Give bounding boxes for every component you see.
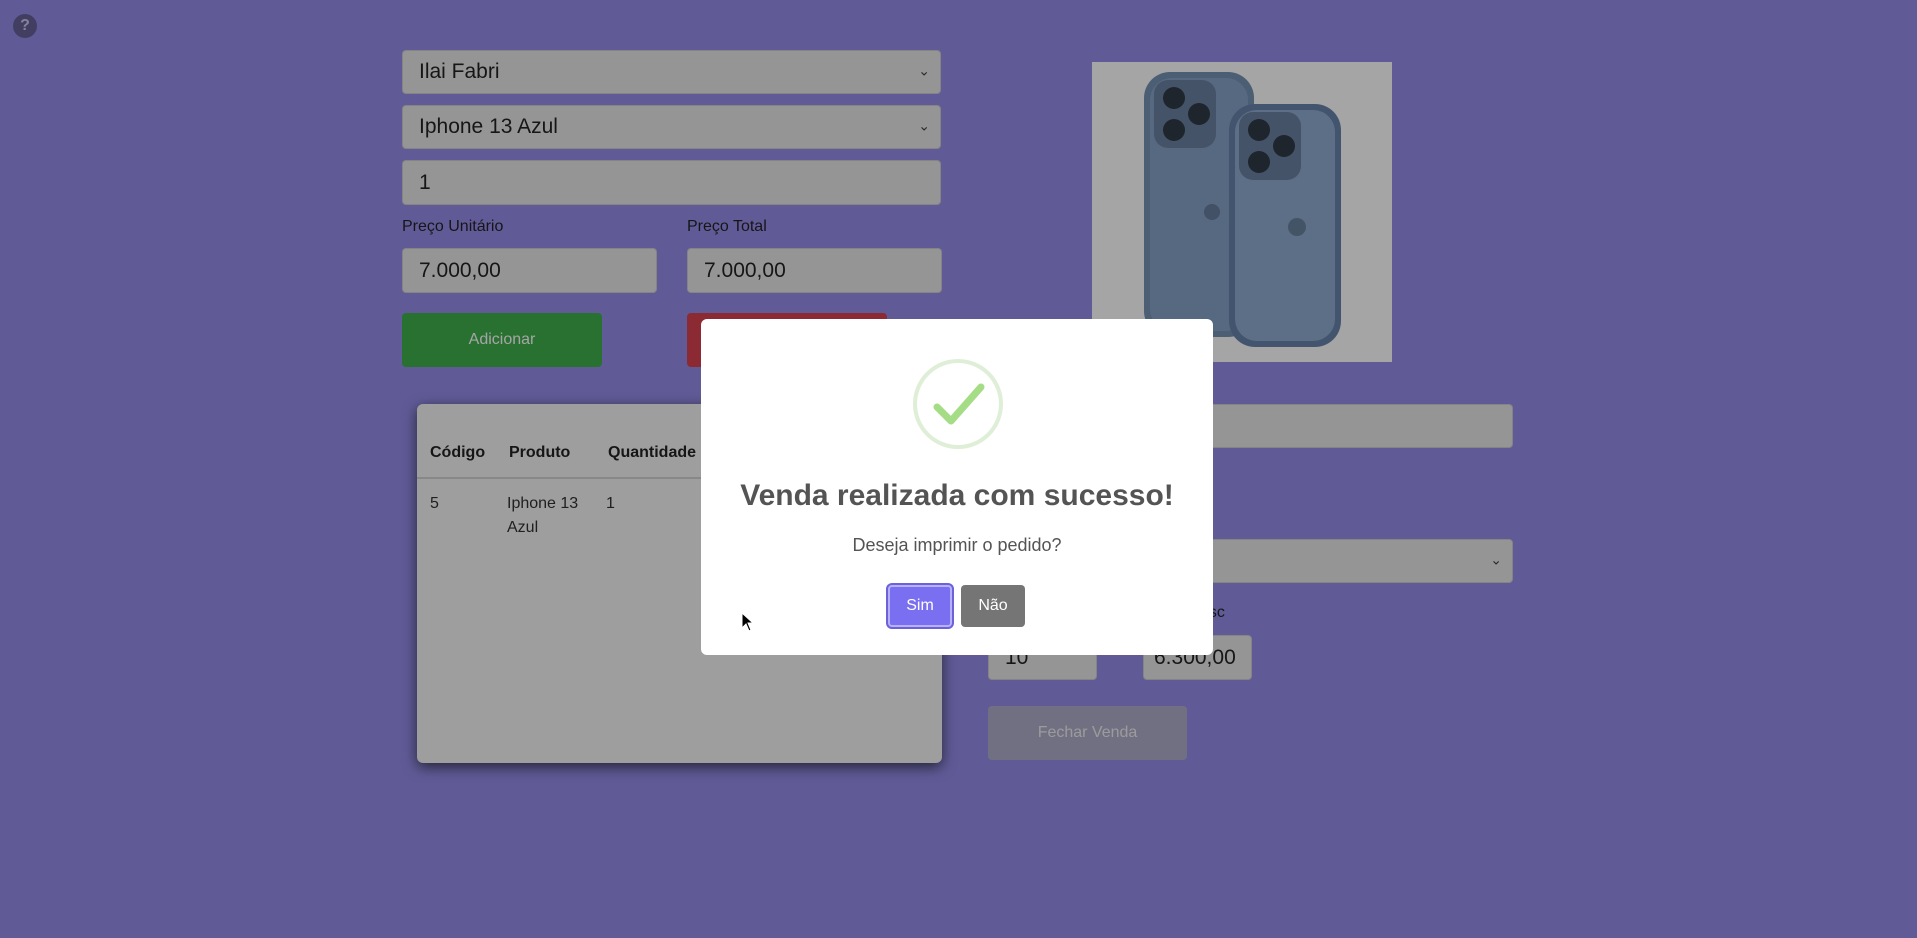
sales-page: ? Ilai Fabri ⌄ Iphone 13 Azul ⌄ 1 Preço … xyxy=(0,0,1917,938)
no-button[interactable]: Não xyxy=(961,585,1025,627)
success-dialog: Venda realizada com sucesso! Deseja impr… xyxy=(701,319,1213,655)
success-check-icon xyxy=(913,359,1003,449)
mouse-cursor-icon xyxy=(741,611,755,637)
dialog-title: Venda realizada com sucesso! xyxy=(740,479,1174,512)
yes-button[interactable]: Sim xyxy=(888,585,952,627)
dialog-message: Deseja imprimir o pedido? xyxy=(852,535,1062,555)
checkmark-icon xyxy=(933,383,985,425)
